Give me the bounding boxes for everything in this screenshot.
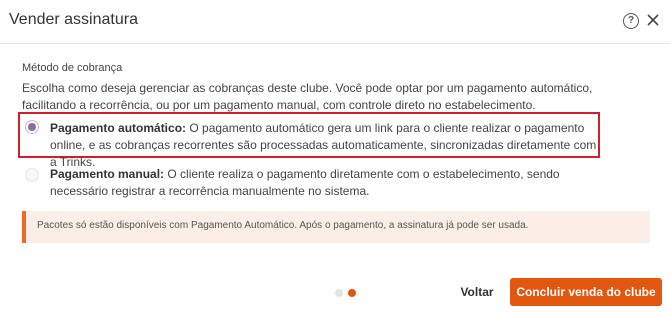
radio-automatic[interactable] [25,120,39,134]
help-icon[interactable]: ? [623,13,639,29]
option-automatic-payment[interactable]: Pagamento automático: O pagamento automá… [18,112,600,169]
option-manual-payment[interactable]: Pagamento manual: O cliente realiza o pa… [18,164,600,202]
close-icon[interactable] [645,12,661,28]
dialog-header: Vender assinatura ? [0,0,670,44]
step-indicator-1 [335,289,343,297]
dialog-title: Vender assinatura [9,11,138,28]
billing-method-label: Método de cobrança [22,62,123,74]
option-manual-text: Pagamento manual: O cliente realiza o pa… [50,166,605,200]
info-alert: Pacotes só estão disponíveis com Pagamen… [22,211,650,243]
back-button[interactable]: Voltar [455,281,499,303]
billing-description: Escolha como deseja gerenciar as cobranç… [22,81,593,112]
option-automatic-title: Pagamento automático: [50,121,187,135]
step-indicator-2 [348,289,356,297]
alert-text: Pacotes só estão disponíveis com Pagamen… [37,220,529,231]
submit-button[interactable]: Concluir venda do clube [510,278,662,306]
option-manual-title: Pagamento manual: [50,167,165,181]
radio-manual[interactable] [25,168,39,182]
